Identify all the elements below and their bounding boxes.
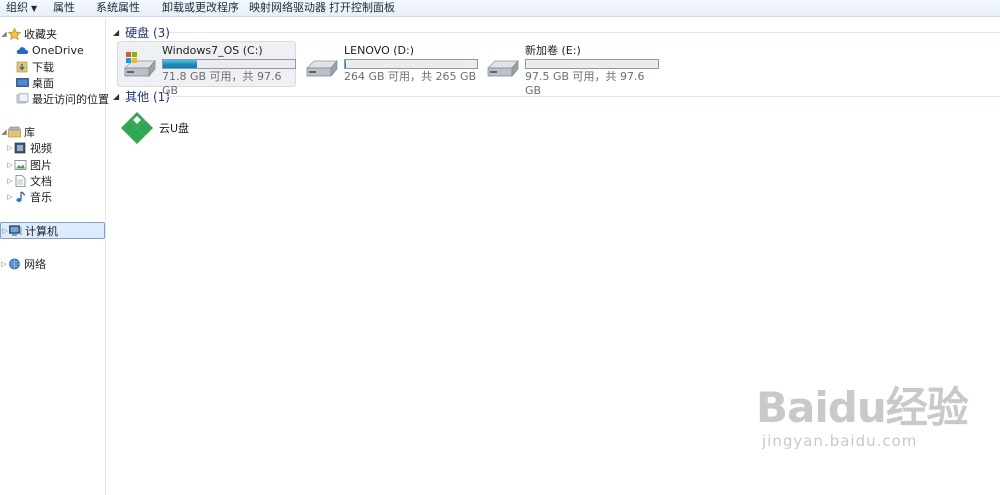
group-header-other[interactable]: ◢ 其他 (1) bbox=[113, 88, 170, 104]
group-divider bbox=[167, 96, 1000, 97]
organize-label: 组织 bbox=[6, 0, 28, 14]
cloud-u-disk-label: 云U盘 bbox=[159, 122, 190, 135]
open-control-panel-button[interactable]: 打开控制面板 bbox=[321, 0, 395, 17]
navigation-pane: ◢ 收藏夹 OneDrive 下载 桌面 最近访问的位置 ◢ 库 ▷ 视频 ▷ … bbox=[0, 18, 109, 495]
collapsed-arrow-icon[interactable]: ▷ bbox=[6, 177, 14, 185]
nav-downloads[interactable]: 下载 bbox=[0, 59, 106, 75]
library-icon bbox=[8, 126, 21, 138]
drive-item-d[interactable]: LENOVO (D:) 264 GB 可用，共 265 GB bbox=[299, 41, 478, 87]
content-pane: ◢ 硬盘 (3) Windows7_OS (C:) 71.8 GB 可用，共 9… bbox=[107, 18, 1000, 495]
collapsed-arrow-icon[interactable]: ▷ bbox=[6, 193, 14, 201]
drive-space-info: 71.8 GB 可用，共 97.6 GB bbox=[162, 70, 282, 97]
map-network-drive-button[interactable]: 映射网络驱动器 bbox=[236, 0, 326, 17]
nav-pictures[interactable]: ▷ 图片 bbox=[0, 157, 106, 173]
command-toolbar: 组织 ▼ 属性 系统属性 卸载或更改程序 映射网络驱动器 打开控制面板 bbox=[0, 0, 1000, 17]
nav-documents[interactable]: ▷ 文档 bbox=[0, 173, 106, 189]
expanded-arrow-icon[interactable]: ◢ bbox=[0, 30, 8, 38]
nav-desktop[interactable]: 桌面 bbox=[0, 75, 106, 91]
documents-library-icon bbox=[14, 175, 27, 187]
hard-drive-icon bbox=[304, 48, 340, 84]
collapsed-arrow-icon[interactable]: ▷ bbox=[6, 144, 14, 152]
organize-button[interactable]: 组织 ▼ bbox=[0, 0, 43, 17]
collapsed-arrow-icon[interactable]: ▷ bbox=[0, 260, 8, 268]
nav-music-label: 音乐 bbox=[30, 191, 52, 204]
cloud-icon bbox=[16, 44, 29, 56]
hard-drive-icon bbox=[485, 48, 521, 84]
cloud-u-disk-icon bbox=[119, 110, 155, 146]
expanded-arrow-icon[interactable]: ◢ bbox=[0, 128, 8, 136]
properties-button[interactable]: 属性 bbox=[43, 0, 83, 17]
group-title-hard-disks: 硬盘 (3) bbox=[125, 25, 170, 40]
nav-network-label: 网络 bbox=[24, 258, 46, 271]
nav-recent-label: 最近访问的位置 bbox=[32, 93, 109, 106]
star-icon bbox=[7, 27, 22, 41]
network-icon bbox=[8, 258, 21, 270]
collapse-triangle-icon[interactable]: ◢ bbox=[113, 92, 119, 101]
music-note-icon bbox=[14, 191, 27, 203]
pictures-library-icon bbox=[14, 159, 27, 171]
download-folder-icon bbox=[16, 61, 29, 73]
nav-computer[interactable]: ▷ 计算机 bbox=[0, 222, 105, 239]
drive-space-info: 97.5 GB 可用，共 97.6 GB bbox=[525, 70, 645, 97]
nav-favorites[interactable]: ◢ 收藏夹 bbox=[0, 26, 106, 42]
nav-libraries-label: 库 bbox=[24, 126, 35, 139]
nav-favorites-label: 收藏夹 bbox=[24, 28, 57, 41]
nav-videos[interactable]: ▷ 视频 bbox=[0, 140, 106, 156]
nav-onedrive[interactable]: OneDrive bbox=[0, 42, 106, 58]
drive-usage-fill bbox=[163, 60, 198, 68]
nav-network[interactable]: ▷ 网络 bbox=[0, 256, 106, 272]
nav-documents-label: 文档 bbox=[30, 175, 52, 188]
drive-item-e[interactable]: 新加卷 (E:) 97.5 GB 可用，共 97.6 GB bbox=[480, 41, 659, 97]
collapsed-arrow-icon[interactable]: ▷ bbox=[1, 227, 9, 235]
group-header-hard-disks[interactable]: ◢ 硬盘 (3) bbox=[113, 24, 170, 40]
drive-usage-bar bbox=[344, 59, 478, 69]
nav-computer-label: 计算机 bbox=[25, 224, 58, 238]
system-properties-button[interactable]: 系统属性 bbox=[83, 0, 152, 17]
recent-places-icon bbox=[16, 93, 29, 105]
system-drive-icon bbox=[122, 48, 158, 84]
nav-recent-places[interactable]: 最近访问的位置 bbox=[0, 91, 109, 107]
drive-usage-bar bbox=[525, 59, 659, 69]
nav-desktop-label: 桌面 bbox=[32, 77, 54, 90]
collapsed-arrow-icon[interactable]: ▷ bbox=[6, 161, 14, 169]
drive-name: 新加卷 (E:) bbox=[525, 44, 581, 57]
nav-pictures-label: 图片 bbox=[30, 159, 52, 172]
drive-item-c[interactable]: Windows7_OS (C:) 71.8 GB 可用，共 97.6 GB bbox=[117, 41, 296, 97]
desktop-icon bbox=[16, 77, 29, 89]
dropdown-caret-icon: ▼ bbox=[31, 3, 38, 13]
collapse-triangle-icon[interactable]: ◢ bbox=[113, 28, 119, 37]
drive-space-info: 264 GB 可用，共 265 GB bbox=[344, 70, 477, 83]
drive-usage-bar bbox=[162, 59, 296, 69]
drive-usage-fill bbox=[345, 60, 346, 68]
nav-videos-label: 视频 bbox=[30, 142, 52, 155]
video-library-icon bbox=[14, 142, 27, 154]
cloud-u-disk-item[interactable]: 云U盘 bbox=[119, 110, 189, 146]
drive-name: LENOVO (D:) bbox=[344, 44, 415, 57]
nav-onedrive-label: OneDrive bbox=[32, 43, 84, 57]
nav-downloads-label: 下载 bbox=[32, 61, 54, 74]
drive-name: Windows7_OS (C:) bbox=[162, 44, 263, 57]
computer-icon bbox=[9, 224, 22, 237]
uninstall-program-button[interactable]: 卸载或更改程序 bbox=[152, 0, 239, 17]
group-title-other: 其他 (1) bbox=[125, 89, 170, 104]
group-divider bbox=[169, 32, 1000, 33]
nav-music[interactable]: ▷ 音乐 bbox=[0, 189, 106, 205]
nav-libraries[interactable]: ◢ 库 bbox=[0, 124, 106, 140]
